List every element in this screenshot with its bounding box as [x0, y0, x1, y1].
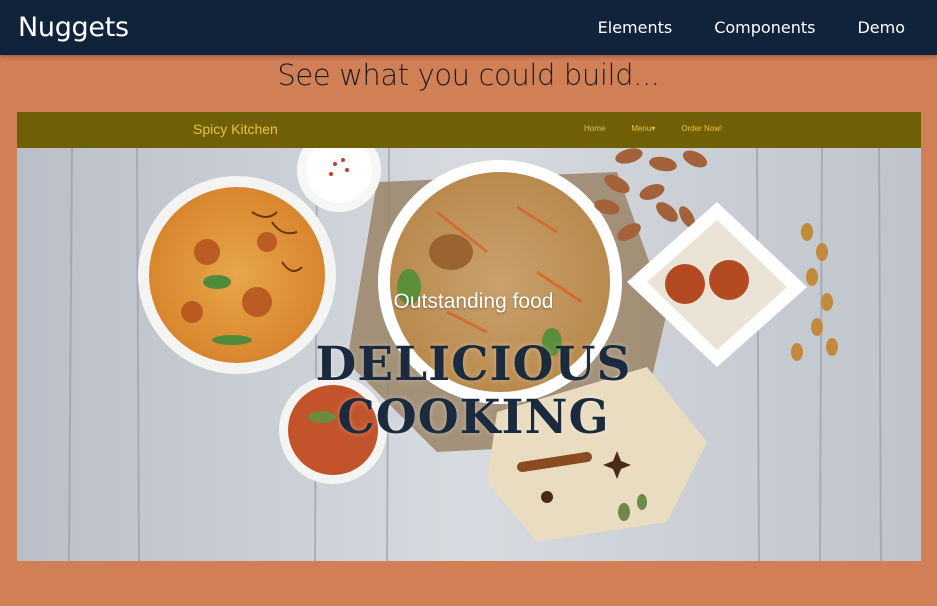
demo-nav-home[interactable]: Home	[584, 124, 605, 133]
demo-nav-links: Home Menu▾ Order Now!	[584, 124, 748, 133]
demo-nav-menu[interactable]: Menu▾	[631, 124, 655, 133]
top-navbar: Nuggets Elements Components Demo	[0, 0, 937, 55]
demo-nav-order[interactable]: Order Now!	[681, 124, 722, 133]
demo-navbar: Spicy Kitchen Home Menu▾ Order Now!	[17, 112, 921, 148]
nav-link-elements[interactable]: Elements	[577, 18, 694, 37]
brand-logo[interactable]: Nuggets	[18, 12, 129, 43]
hero-title: DELICIOUS COOKING	[17, 338, 921, 444]
nav-link-components[interactable]: Components	[693, 18, 836, 37]
demo-preview: Spicy Kitchen Home Menu▾ Order Now! Outs…	[17, 112, 921, 561]
nav-link-demo[interactable]: Demo	[836, 18, 919, 37]
top-nav: Elements Components Demo	[577, 18, 919, 37]
page-heading: See what you could build...	[277, 58, 660, 92]
hero-subtitle: Outstanding food	[393, 290, 554, 313]
demo-brand[interactable]: Spicy Kitchen	[193, 121, 278, 137]
hero-title-line1: DELICIOUS	[315, 337, 632, 392]
hero-title-line2: COOKING	[337, 390, 610, 445]
